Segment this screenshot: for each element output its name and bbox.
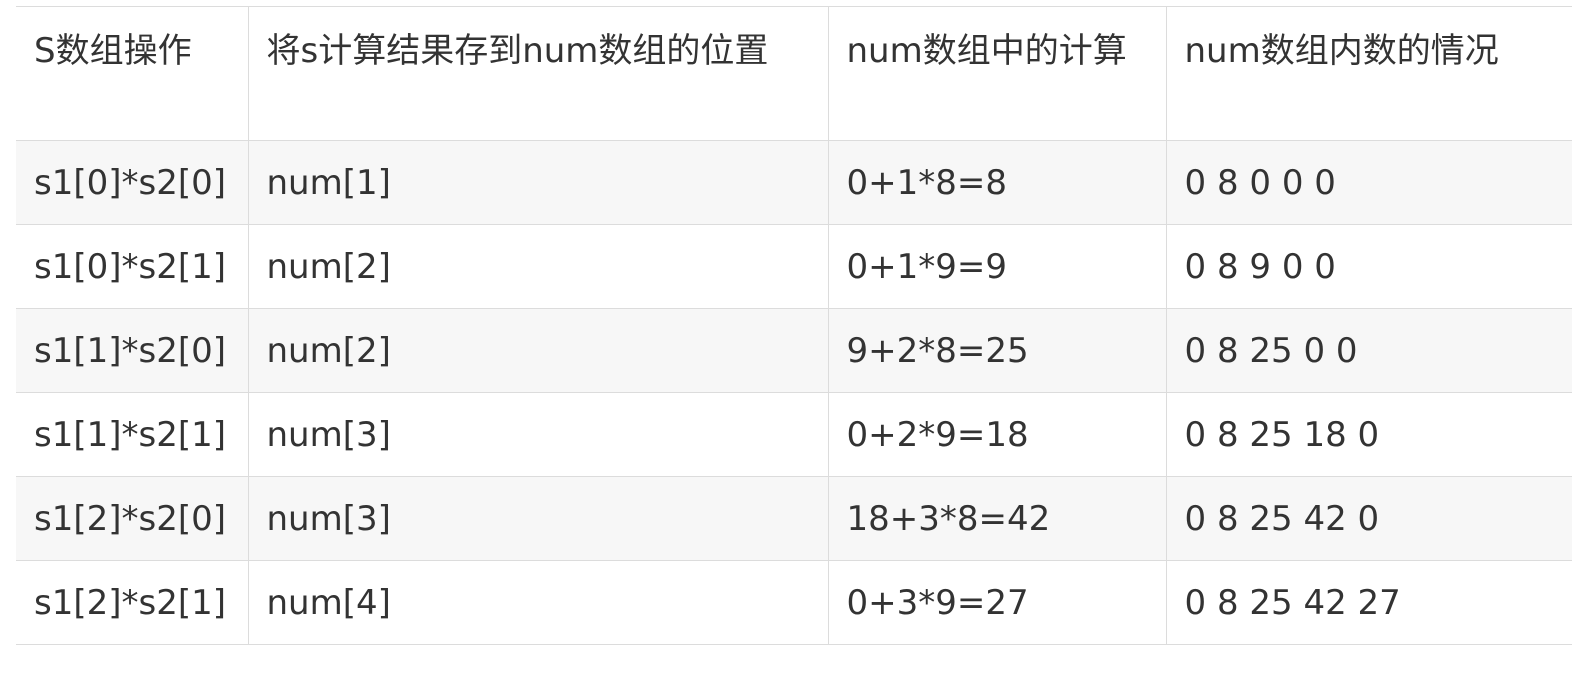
table-row: s1[1]*s2[0] num[2] 9+2*8=25 0 8 25 0 0 — [16, 308, 1572, 393]
cell-calculation: 0+3*9=27 — [827, 560, 1167, 645]
multiplication-steps-table: S数组操作 将s计算结果存到num数组的位置 num数组中的计算 num数组内数… — [16, 6, 1572, 645]
cell-position: num[2] — [247, 224, 829, 309]
cell-operation: s1[2]*s2[1] — [16, 560, 249, 645]
cell-array-state: 0 8 9 0 0 — [1165, 224, 1572, 309]
cell-operation: s1[0]*s2[0] — [16, 140, 249, 225]
table-row: s1[0]*s2[1] num[2] 0+1*9=9 0 8 9 0 0 — [16, 224, 1572, 309]
cell-operation: s1[1]*s2[1] — [16, 392, 249, 477]
header-num-calculation: num数组中的计算 — [827, 6, 1167, 141]
cell-array-state: 0 8 25 18 0 — [1165, 392, 1572, 477]
cell-array-state: 0 8 25 42 27 — [1165, 560, 1572, 645]
cell-array-state: 0 8 25 42 0 — [1165, 476, 1572, 561]
header-s-array-operation: S数组操作 — [16, 6, 249, 141]
cell-calculation: 0+1*9=9 — [827, 224, 1167, 309]
header-num-array-state: num数组内数的情况 — [1165, 6, 1572, 141]
cell-array-state: 0 8 0 0 0 — [1165, 140, 1572, 225]
cell-position: num[3] — [247, 392, 829, 477]
table-row: s1[2]*s2[0] num[3] 18+3*8=42 0 8 25 42 0 — [16, 476, 1572, 561]
table-row: s1[1]*s2[1] num[3] 0+2*9=18 0 8 25 18 0 — [16, 392, 1572, 477]
header-storage-position: 将s计算结果存到num数组的位置 — [247, 6, 829, 141]
table-header-row: S数组操作 将s计算结果存到num数组的位置 num数组中的计算 num数组内数… — [16, 6, 1572, 141]
cell-position: num[4] — [247, 560, 829, 645]
cell-position: num[1] — [247, 140, 829, 225]
cell-position: num[2] — [247, 308, 829, 393]
table-container: S数组操作 将s计算结果存到num数组的位置 num数组中的计算 num数组内数… — [16, 6, 1572, 645]
table-row: s1[2]*s2[1] num[4] 0+3*9=27 0 8 25 42 27 — [16, 560, 1572, 645]
cell-operation: s1[1]*s2[0] — [16, 308, 249, 393]
cell-operation: s1[0]*s2[1] — [16, 224, 249, 309]
table-row: s1[0]*s2[0] num[1] 0+1*8=8 0 8 0 0 0 — [16, 140, 1572, 225]
cell-calculation: 18+3*8=42 — [827, 476, 1167, 561]
cell-array-state: 0 8 25 0 0 — [1165, 308, 1572, 393]
cell-calculation: 0+2*9=18 — [827, 392, 1167, 477]
cell-calculation: 9+2*8=25 — [827, 308, 1167, 393]
cell-calculation: 0+1*8=8 — [827, 140, 1167, 225]
cell-operation: s1[2]*s2[0] — [16, 476, 249, 561]
cell-position: num[3] — [247, 476, 829, 561]
